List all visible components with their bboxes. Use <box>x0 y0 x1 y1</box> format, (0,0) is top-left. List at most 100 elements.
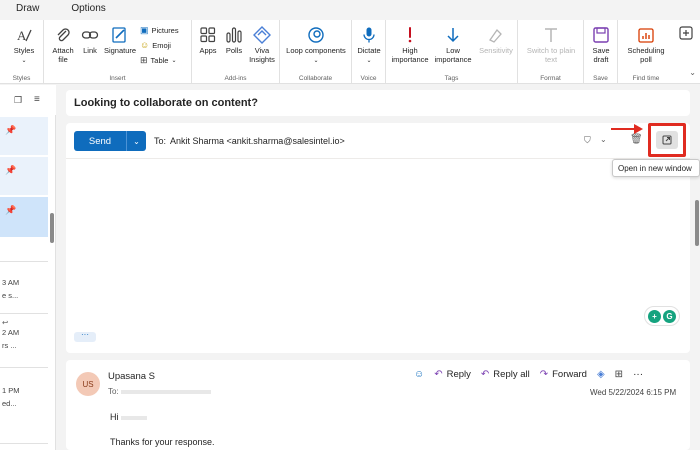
filter-icon[interactable]: ≡ <box>34 94 40 105</box>
to-line[interactable]: To: Ankit Sharma <ankit.sharma@salesinte… <box>154 136 345 146</box>
select-icon[interactable]: ❐ <box>14 95 22 106</box>
chevron-down-icon[interactable]: ⌄ <box>600 135 607 144</box>
message-card: US Upasana S To: ☺ ↶ Reply ↶ Reply all ↷ Fo… <box>66 360 690 450</box>
pinned-item[interactable]: 📌 <box>0 197 48 237</box>
tab-draw[interactable]: Draw <box>0 0 55 20</box>
link-label: Link <box>83 46 97 55</box>
loop-components-button[interactable]: Loop components ⌄ <box>284 26 348 66</box>
tooltip: Open in new window <box>612 159 700 177</box>
loop-icon <box>308 27 324 43</box>
apps-label: Apps <box>199 46 217 55</box>
list-item-preview: rs ... <box>2 341 17 350</box>
polls-button[interactable]: Polls <box>222 26 246 55</box>
viva-insights-icon <box>253 26 271 44</box>
emoji-button[interactable]: ☺ Emoji <box>140 40 171 50</box>
forward-button[interactable]: ↷ Forward <box>540 369 587 380</box>
exclamation-icon <box>408 27 412 43</box>
emoji-icon: ☺ <box>140 40 150 50</box>
arrow-down-icon <box>447 28 459 43</box>
link-button[interactable]: Link <box>78 26 102 55</box>
polls-label: Polls <box>225 46 243 55</box>
group-label-save: Save <box>593 75 608 82</box>
smiley-icon: ☺ <box>414 369 425 380</box>
reply-all-button[interactable]: ↶ Reply all <box>481 369 530 380</box>
redacted-name <box>121 415 148 420</box>
group-label-addins: Add-ins <box>224 75 247 82</box>
list-item-preview: ed... <box>2 399 17 408</box>
reply-icon: ↩ <box>2 318 9 327</box>
attach-file-button[interactable]: Attach file <box>48 26 78 64</box>
group-label-findtime: Find time <box>632 75 660 82</box>
apps-button[interactable]: ⊞ <box>615 369 623 380</box>
list-toolbar: ❐ ≡ <box>0 85 56 115</box>
sensitivity-icon <box>489 28 502 43</box>
shield-icon[interactable]: ⛉ <box>584 135 591 146</box>
viva-insights-button[interactable]: Viva Insights <box>246 26 278 64</box>
signature-label: Signature <box>103 46 137 55</box>
dictate-button[interactable]: Dictate ⌄ <box>355 26 383 66</box>
list-item[interactable]: 3 AM e s... <box>0 261 48 313</box>
save-draft-button[interactable]: Save draft <box>587 26 615 64</box>
show-more-button[interactable]: ··· <box>74 331 96 342</box>
apps-button[interactable]: Apps <box>196 26 220 55</box>
pictures-button[interactable]: ▣ Pictures <box>140 25 179 36</box>
list-item[interactable] <box>0 443 48 450</box>
viva-button[interactable]: ◈ <box>597 369 605 380</box>
table-button[interactable]: ⊞ Table ⌄ <box>140 55 177 66</box>
styles-button[interactable]: A Styles ⌄ <box>10 26 38 66</box>
pinned-item[interactable]: 📌 <box>0 117 48 155</box>
group-label-styles: Styles <box>12 75 31 82</box>
list-scrollbar[interactable] <box>50 213 54 243</box>
list-item[interactable]: ↩ 2 AM rs ... <box>0 313 48 367</box>
red-arrow-icon <box>611 124 643 134</box>
send-options-chevron-icon[interactable]: ⌄ <box>126 131 146 151</box>
high-importance-button[interactable]: High importance <box>390 26 430 64</box>
switch-plain-text-button[interactable]: Switch to plain text <box>522 26 580 64</box>
low-importance-label: Low importance <box>434 46 472 64</box>
dictate-label: Dictate <box>357 46 381 55</box>
forward-icon: ↷ <box>539 369 549 380</box>
compose-scrollbar[interactable] <box>695 200 699 246</box>
sensitivity-button[interactable]: Sensitivity <box>476 26 516 55</box>
high-importance-label: High importance <box>391 46 429 64</box>
emoji-react-button[interactable]: ☺ <box>414 369 424 380</box>
polls-icon <box>226 27 242 43</box>
more-icon: ··· <box>633 369 644 380</box>
group-label-insert: Insert <box>109 75 126 82</box>
pictures-icon: ▣ <box>140 25 149 35</box>
signature-button[interactable]: Signature <box>102 26 138 55</box>
viva-insights-label: Viva Insights <box>249 46 275 64</box>
compose-pane: Send ⌄ To: Ankit Sharma <ankit.sharma@sa… <box>66 123 690 353</box>
list-item[interactable]: 1 PM ed... <box>0 367 48 419</box>
message-date: Wed 5/22/2024 6:15 PM <box>590 388 677 397</box>
ribbon-expand-icon[interactable]: ⌄ <box>689 68 696 77</box>
header-divider <box>66 158 690 159</box>
low-importance-button[interactable]: Low importance <box>432 26 474 64</box>
ribbon-group-collaborate: Loop components ⌄ Collaborate <box>280 20 352 84</box>
to-row: To: <box>108 387 211 396</box>
pinned-item[interactable]: 📌 <box>0 157 48 195</box>
more-ribbon-button[interactable] <box>676 24 696 44</box>
reply-label: Reply <box>446 369 471 380</box>
table-icon: ⊞ <box>140 55 148 65</box>
popout-icon <box>662 135 672 145</box>
open-new-window-button[interactable] <box>656 131 678 149</box>
send-label: Send <box>88 135 112 147</box>
more-options-button[interactable]: ··· <box>633 369 643 380</box>
trash-icon[interactable]: 🗑 <box>630 134 643 145</box>
recipient-chip[interactable]: Ankit Sharma <ankit.sharma@salesintel.io… <box>170 136 345 146</box>
subject-field[interactable]: Looking to collaborate on content? <box>66 90 690 116</box>
list-item-time: 2 AM <box>2 328 20 337</box>
list-item-time: 3 AM <box>2 278 20 287</box>
scheduling-poll-button[interactable]: Scheduling poll <box>622 26 670 64</box>
sender-name[interactable]: Upasana S <box>108 371 155 382</box>
loop-components-label: Loop components <box>286 46 346 55</box>
tab-options[interactable]: Options <box>55 0 121 20</box>
send-button[interactable]: Send ⌄ <box>74 131 146 151</box>
grammarly-widget[interactable]: + G <box>644 306 680 326</box>
pin-icon: 📌 <box>5 205 17 215</box>
reply-button[interactable]: ↶ Reply <box>434 369 471 380</box>
table-label: Table <box>150 56 169 65</box>
to-prefix: To: <box>108 387 119 396</box>
ribbon-group-format: Switch to plain text Format <box>518 20 584 84</box>
